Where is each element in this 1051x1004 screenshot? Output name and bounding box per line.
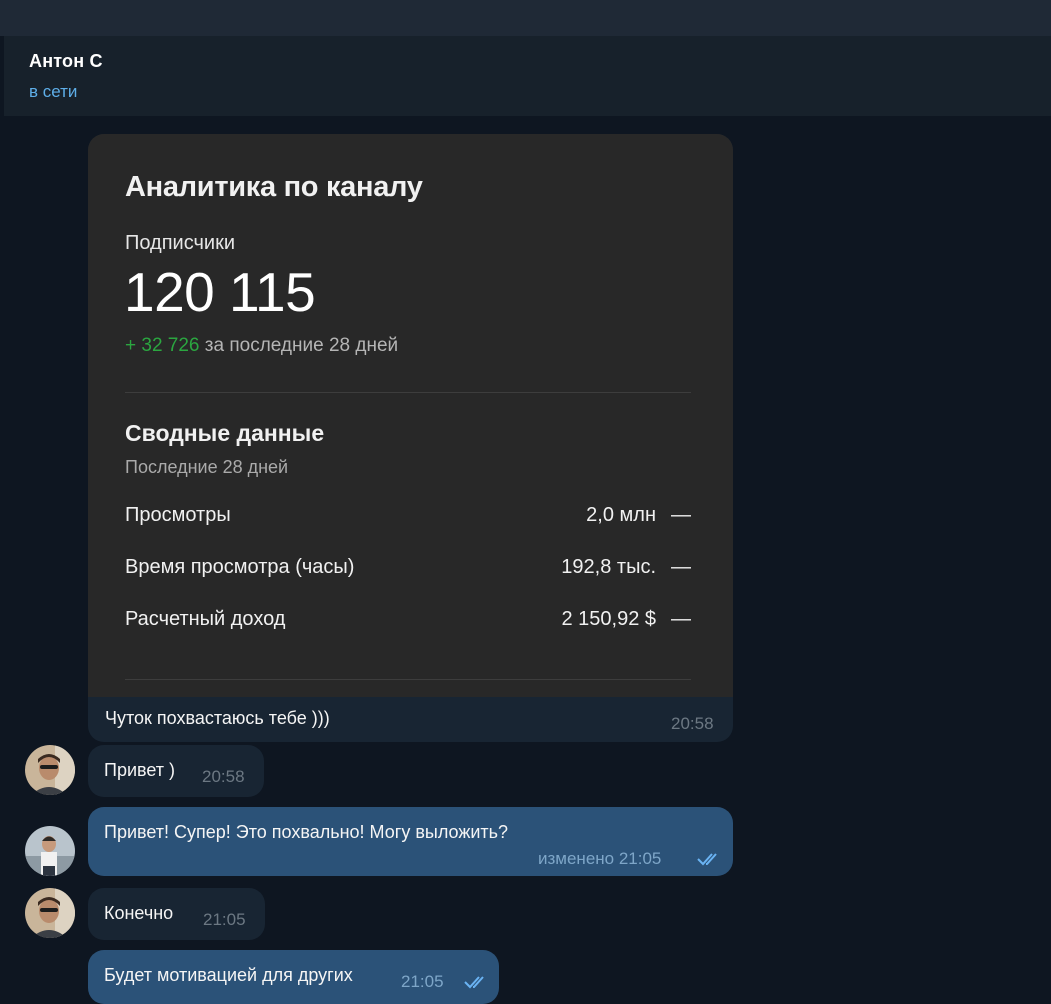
message-text: Будет мотивацией для других — [104, 965, 353, 985]
avatar[interactable] — [25, 745, 75, 795]
message-time: 21:05 — [401, 972, 444, 991]
contact-name[interactable]: Антон С — [29, 51, 103, 72]
message-time: 21:05 — [203, 910, 246, 929]
avatar-photo-icon — [25, 826, 75, 876]
avatar[interactable] — [25, 826, 75, 876]
metric-value: 2 150,92 $ — [561, 608, 656, 630]
summary-title: Сводные данные — [125, 420, 325, 446]
analytics-screenshot[interactable]: Аналитика по каналу Подписчики 120 115 +… — [88, 134, 733, 697]
metric-row-views: Просмотры 2,0 млн — — [125, 504, 691, 534]
metric-row-revenue: Расчетный доход 2 150,92 $ — — [125, 608, 691, 638]
contact-status: в сети — [29, 82, 78, 101]
message-text: Чуток похвастаюсь тебе ))) — [105, 708, 330, 728]
subscribers-growth: + 32 726 за последние 28 дней — [125, 335, 398, 357]
message-time: 20:58 — [671, 714, 714, 733]
message-bubble-outgoing[interactable]: Будет мотивацией для других 21:05 — [88, 950, 499, 1004]
metric-trend: — — [671, 608, 691, 630]
metric-value: 192,8 тыс. — [561, 556, 656, 578]
divider — [125, 679, 691, 680]
metric-label: Время просмотра (часы) — [125, 556, 355, 578]
metric-trend: — — [671, 504, 691, 526]
metric-row-watch-time: Время просмотра (часы) 192,8 тыс. — — [125, 556, 691, 586]
read-checkmarks-icon — [697, 853, 717, 866]
growth-suffix: за последние 28 дней — [204, 335, 399, 356]
metric-value: 2,0 млн — [586, 504, 656, 526]
analytics-title: Аналитика по каналу — [125, 171, 423, 203]
growth-value: + 32 726 — [125, 335, 200, 356]
avatar[interactable] — [25, 888, 75, 938]
metric-trend: — — [671, 556, 691, 578]
message-text: Привет! Супер! Это похвально! Могу вылож… — [104, 822, 509, 842]
message-time: изменено 21:05 — [538, 849, 662, 868]
subscribers-value: 120 115 — [124, 261, 316, 323]
avatar-photo-icon — [25, 745, 75, 795]
message-text: Конечно — [104, 903, 174, 923]
divider — [125, 392, 691, 393]
metric-label: Расчетный доход — [125, 608, 286, 630]
message-bubble-outgoing[interactable]: Привет! Супер! Это похвально! Могу вылож… — [88, 807, 733, 876]
message-time: 20:58 — [202, 767, 245, 786]
subscribers-label: Подписчики — [125, 232, 236, 254]
summary-period: Последние 28 дней — [125, 457, 289, 477]
chat-header[interactable]: Антон С в сети — [4, 36, 1051, 116]
read-checkmarks-icon — [464, 976, 484, 989]
message-bubble-incoming[interactable]: Конечно 21:05 — [88, 888, 265, 940]
image-message[interactable]: Аналитика по каналу Подписчики 120 115 +… — [88, 134, 733, 742]
window-top-bar — [0, 0, 1051, 36]
avatar-photo-icon — [25, 888, 75, 938]
message-text: Привет ) — [104, 760, 176, 780]
message-bubble-incoming[interactable]: Привет ) 20:58 — [88, 745, 264, 797]
metric-label: Просмотры — [125, 504, 231, 526]
